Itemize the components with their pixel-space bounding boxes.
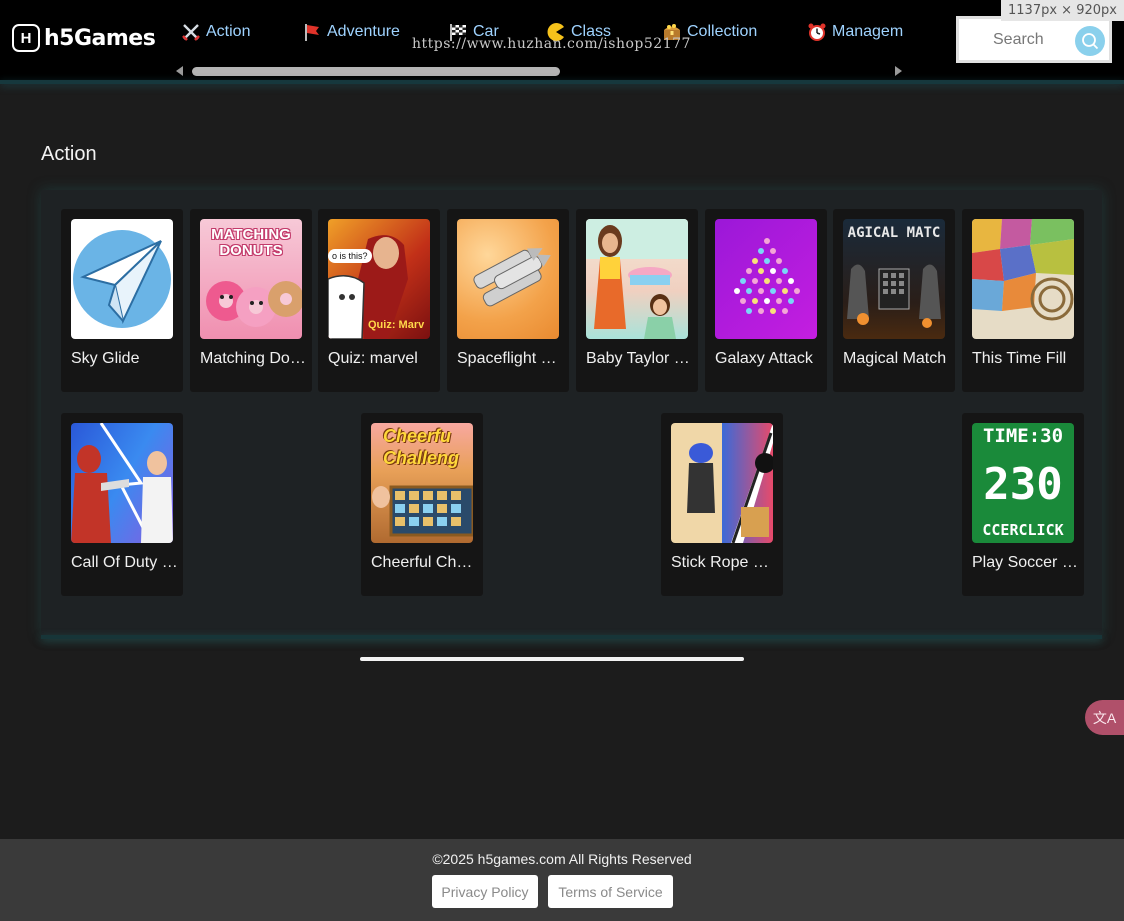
game-card[interactable]: o is this? Quiz: Marv Quiz: marvel — [318, 209, 440, 392]
section-title: Action — [41, 143, 97, 165]
dimension-overlay: 1137px × 920px — [1001, 0, 1124, 21]
crossed-swords-icon — [180, 21, 202, 43]
game-card[interactable]: Sky Glide — [61, 209, 183, 392]
game-title: Sky Glide — [71, 350, 140, 367]
nav-item-action[interactable]: Action — [180, 18, 301, 46]
thumbnail-title-text: Quiz: Marv — [368, 319, 425, 331]
game-thumbnail — [972, 219, 1074, 339]
scroll-right-arrow-icon[interactable] — [895, 66, 902, 76]
game-card[interactable]: Galaxy Attack — [705, 209, 827, 392]
game-title: Spaceflight Simulator — [457, 350, 565, 367]
game-title: Magical Match — [843, 350, 947, 367]
header-divider — [0, 80, 1124, 84]
load-more-divider — [360, 657, 744, 661]
game-title: Stick Rope Hero — [671, 554, 779, 571]
nav-scrollbar[interactable] — [174, 64, 904, 78]
search-icon — [1082, 33, 1099, 50]
game-title: Baby Taylor Cake — [586, 350, 694, 367]
game-title: This Time Fill — [972, 350, 1067, 367]
game-card[interactable]: TIME:30 230 CCERCLICK Play Soccer Click — [962, 413, 1084, 596]
game-thumbnail — [586, 219, 688, 339]
search-button[interactable] — [1075, 26, 1105, 56]
game-thumbnail: AGICAL MATC — [843, 219, 945, 339]
game-card[interactable]: AGICAL MATC Magical Match — [833, 209, 955, 392]
alarm-clock-icon — [806, 21, 828, 43]
game-thumbnail — [71, 219, 173, 339]
game-thumbnail: MATCHING DONUTS — [200, 219, 302, 339]
game-card[interactable]: Cheerfu Challeng Cheerful Challenge — [361, 413, 483, 596]
site-logo[interactable]: H h5Games — [12, 24, 156, 52]
search-box — [956, 16, 1112, 63]
game-card[interactable]: This Time Fill — [962, 209, 1084, 392]
red-flag-icon — [301, 21, 323, 43]
game-title: Play Soccer Click — [972, 554, 1080, 571]
game-thumbnail: Cheerfu Challeng — [371, 423, 473, 543]
terms-of-service-link[interactable]: Terms of Service — [548, 875, 673, 908]
game-title: Cheerful Challenge — [371, 554, 479, 571]
nav-label: Adventure — [327, 23, 400, 40]
game-card[interactable]: Call Of Duty Hero — [61, 413, 183, 596]
logo-mark-icon: H — [12, 24, 40, 52]
game-thumbnail — [71, 423, 173, 543]
logo-text: h5Games — [44, 25, 156, 51]
scroll-left-arrow-icon[interactable] — [176, 66, 183, 76]
thumbnail-score-text: 230 — [983, 459, 1063, 510]
game-card[interactable]: MATCHING DONUTS Matching Donuts — [190, 209, 312, 392]
game-title: Galaxy Attack — [715, 350, 813, 367]
speech-bubble: o is this? — [328, 249, 372, 263]
footer: ©2025 h5games.com All Rights Reserved Pr… — [0, 839, 1124, 921]
watermark-url: https://www.huzhan.com/ishop52177 — [412, 36, 691, 52]
panel-bottom-line — [41, 635, 1102, 639]
translate-icon: 文A — [1092, 709, 1117, 726]
copyright-text: ©2025 h5games.com All Rights Reserved — [432, 851, 692, 867]
thumbnail-timer-text: TIME:30 — [982, 425, 1064, 447]
thumbnail-title-text: CCERCLICK — [982, 521, 1064, 539]
nav-label: Managem — [832, 23, 904, 40]
game-card[interactable]: Baby Taylor Cake — [576, 209, 698, 392]
game-title: Quiz: marvel — [328, 350, 418, 367]
game-thumbnail: TIME:30 230 CCERCLICK — [972, 423, 1074, 543]
nav-label: Collection — [687, 23, 758, 40]
nav-item-management[interactable]: Managem — [806, 18, 916, 46]
top-header: H h5Games Action Adventure Car Class Col… — [0, 0, 1124, 80]
game-thumbnail — [671, 423, 773, 543]
game-title: Matching Donuts — [200, 350, 308, 367]
game-thumbnail — [457, 219, 559, 339]
game-card[interactable]: Stick Rope Hero — [661, 413, 783, 596]
scroll-thumb[interactable] — [192, 67, 560, 76]
game-title: Call Of Duty Hero — [71, 554, 179, 571]
game-thumbnail: o is this? Quiz: Marv — [328, 219, 430, 339]
nav-label: Action — [206, 23, 251, 40]
game-card[interactable]: Spaceflight Simulator — [447, 209, 569, 392]
translate-button[interactable]: 文A — [1085, 700, 1124, 735]
privacy-policy-link[interactable]: Privacy Policy — [432, 875, 538, 908]
game-thumbnail — [715, 219, 817, 339]
